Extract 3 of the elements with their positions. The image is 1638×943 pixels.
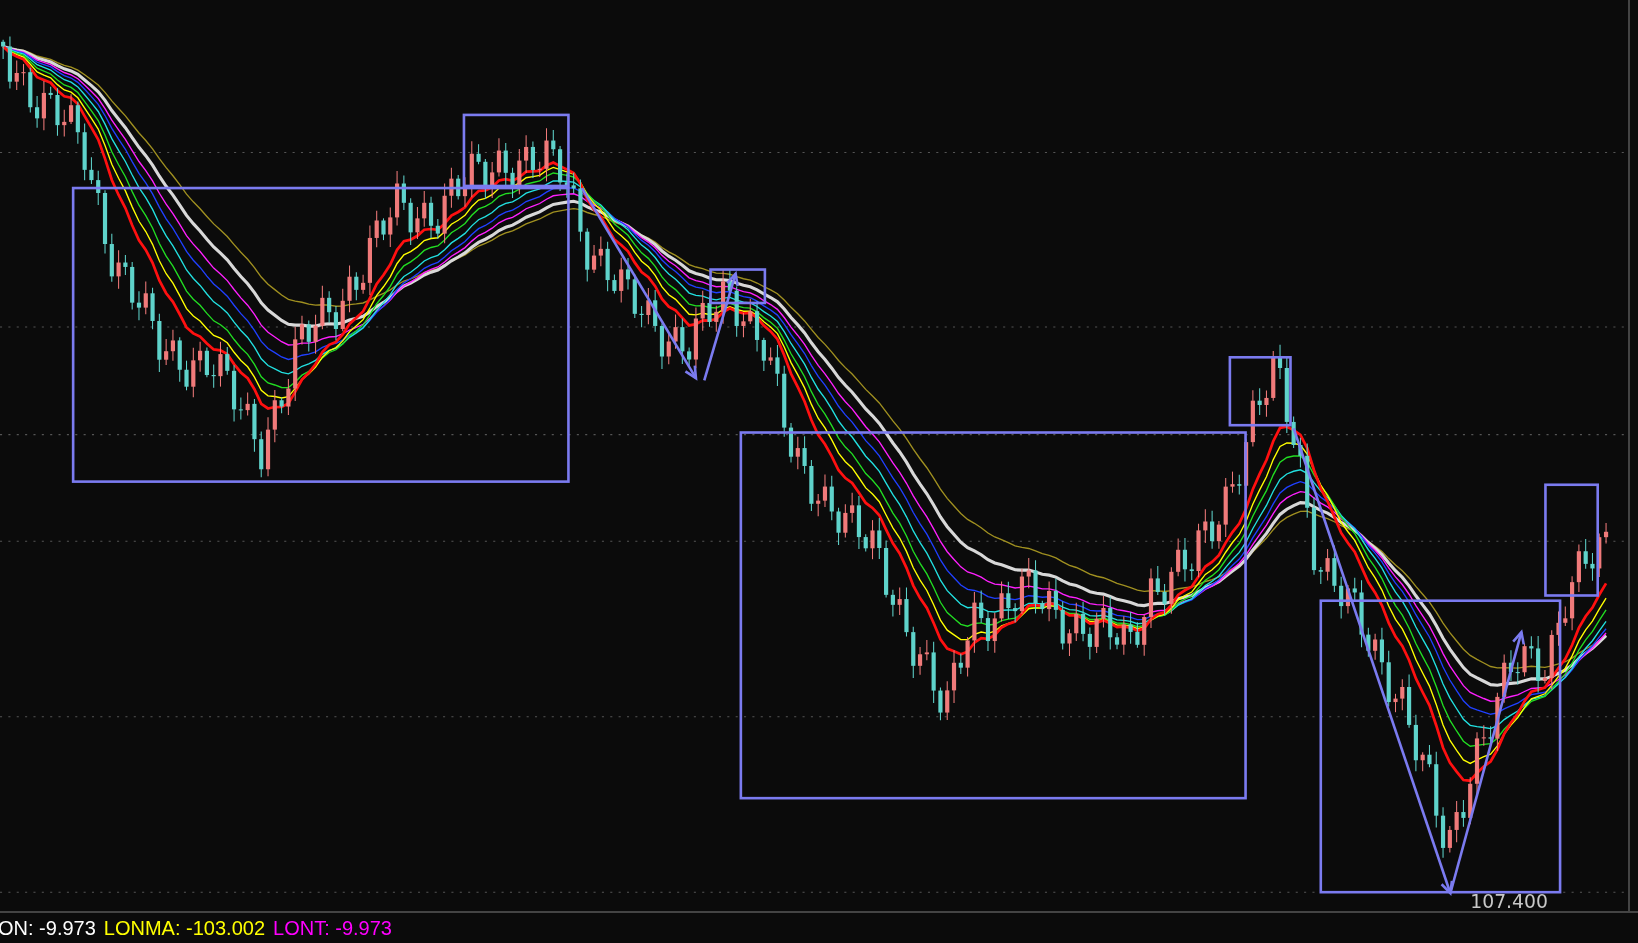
price-label: 107.400 (1470, 890, 1548, 911)
indicator-value: LONT: -9.973 (273, 916, 392, 940)
indicator-value: LONMA: -103.002 (103, 916, 266, 940)
